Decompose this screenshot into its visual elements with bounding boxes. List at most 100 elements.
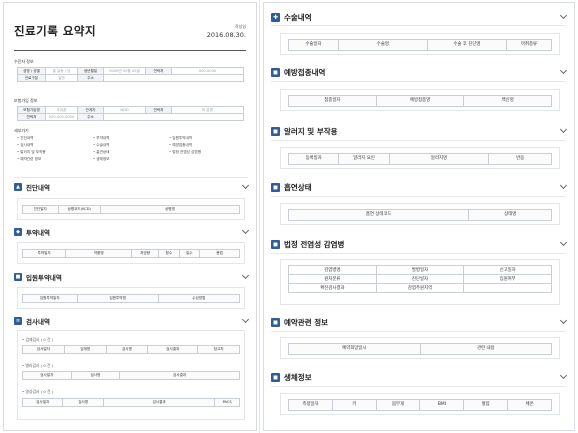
chevron-down-icon[interactable] [559,125,568,134]
field-label: 연락처 [145,106,172,114]
chevron-down-icon[interactable] [559,316,568,325]
column-header: 등록일자 [289,154,340,164]
column-header: 측정일자 [289,400,333,410]
smoking-title: 흡연상태 [284,182,312,192]
contents-link[interactable]: 투약내역 [93,136,169,141]
section-divider [14,177,248,178]
vaccination-header-row: 접종일자 예방접종명 백신명 [288,95,552,107]
chevron-down-icon[interactable] [559,181,568,190]
imaging-exam-label: 영상검사 ( 0 건 ) [22,389,53,395]
grid-cell: 감염주원지역 [375,283,465,293]
issue-date: 2016.08.30. [206,31,246,39]
document-meta: 작성일 2016.08.30. [207,24,246,39]
chevron-down-icon[interactable] [241,315,250,324]
column-header: 혈압 [464,400,509,410]
surgery-section-header[interactable]: ✚ 수술내역 [271,11,568,23]
chevron-down-icon[interactable] [241,226,250,235]
section-divider [271,331,566,332]
grid-cell: 발병일자 [375,265,465,275]
column-header: 용법 [216,251,223,255]
column-header: 검사명 [72,372,121,379]
guardian-info-table: 보험가입명 우창훈 관계자 NDD 연락처 미 분류 연락처 000-000-0000 주소 [17,106,244,121]
chevron-down-icon[interactable] [559,11,568,20]
contents-link[interactable]: 법정 전염성 감염병 [169,150,245,155]
contents-link[interactable]: 입원투약내역 [169,136,245,141]
contents-title: 세부가기 [14,128,29,133]
patient-info-table: 성명 / 성별 홍 길동 / 남 생년월일 0000년 00월 00일 연락처 000-0… [17,67,244,82]
pathology-exam-header-row: 검사일자 검사명 검사결과 [22,371,240,380]
column-header: 예방접종명 [377,96,465,106]
reservation-title: 예약관련 정보 [284,317,329,327]
column-header: 수성방법 [192,296,206,300]
reservation-section-header[interactable]: ◼ 예약관련 정보 [271,316,568,328]
column-header: 예약희망일시 [289,344,421,354]
field-label: 보험가입명 [17,106,46,114]
contents-link[interactable]: 예방접종내역 [169,143,245,148]
inpatient-medication-header-row: 입원투약일자 입원투약명 수성방법 [22,294,240,303]
contents-link[interactable]: 검사내역 [17,143,93,148]
column-header: 키 [333,400,377,410]
field-value: 000-0000 [171,67,244,75]
column-header: 상태명 [504,212,517,217]
surgery-title: 수술내역 [284,12,312,22]
contents-link[interactable]: 흡연상태 [93,150,169,155]
contents-link[interactable]: 알러지 및 부작용 [17,150,93,155]
inpatient-medication-title: 입원투약내역 [26,274,62,282]
column-header: 상병코드(KCD) [59,206,101,213]
grid-cell: 확진검사결과 [288,283,377,293]
section-divider [271,386,566,387]
vitals-header-row: 측정일자 키 몸무게 BMI 혈압 체온 [288,399,552,411]
column-header: 검사결과 [172,373,187,377]
column-header: 몸무게 [377,400,421,410]
field-label: 연락처 [17,113,46,121]
column-header: 백신명 [501,98,514,103]
inpatient-medication-section-header[interactable]: ■ 입원투약내역 [14,271,250,283]
infectious-section-header[interactable]: ◼ 법정 전염성 감염병 [271,238,568,250]
section-divider [271,25,566,26]
smoking-section-header[interactable]: ◼ 흡연상태 [271,181,568,193]
vitals-icon: ◼ [271,372,280,382]
column-header: 수술명 [339,40,428,50]
contents-list: 진단내역투약내역입원투약내역검사내역수술내역예방접종내역알러지 및 부작용흡연상… [17,136,242,162]
field-label: 진료구분 [17,74,46,82]
field-value [103,113,244,121]
infectious-grid: 감염병명 발병일자 신고일자 원처분류 진단일자 입원여부 확진검사결과 감염주원지역 [288,265,552,293]
field-value: 홍 길동 / 남 [45,67,78,75]
grid-cell: 입원여부 [463,274,552,284]
exam-title: 검사내역 [26,318,50,326]
chevron-down-icon[interactable] [559,66,568,75]
contents-link[interactable]: 수술내역 [93,143,169,148]
field-value: NDD [103,106,146,114]
grid-cell: 원처분류 [288,274,377,284]
vitals-section-header[interactable]: ◼ 생체정보 [271,371,568,383]
specimen-exam-header-row: 검사일자 검체명 검사명 검사결과 참고치 [22,345,240,354]
contents-link[interactable]: 진단내역 [17,136,93,141]
field-value: 일반 [45,74,78,82]
surgery-icon: ✚ [271,12,280,22]
chevron-down-icon[interactable] [241,181,250,190]
contents-link[interactable]: 예약관련 정보 [17,157,93,162]
field-value: 우창훈 [45,106,78,114]
infection-icon: ◼ [271,239,280,249]
chevron-down-icon[interactable] [559,371,568,380]
column-header: 알러지 요인 [339,154,390,164]
grid-cell: 감염병명 [288,265,377,275]
field-label: 주소 [77,74,104,82]
column-header: 검사일자 [23,372,72,379]
vaccination-section-header[interactable]: ◼ 예방접종내역 [271,66,568,78]
chevron-down-icon[interactable] [559,238,568,247]
grid-cell: 신고일자 [463,265,552,275]
exam-section-header[interactable]: ≡ 검사내역 [14,315,250,327]
column-header: 투약일자 [23,250,67,257]
contents-link[interactable]: 생체정보 [93,157,169,162]
smoking-header-row: 흡연 상태코드 상태명 [288,209,552,221]
column-header: 반응 [516,156,525,161]
diagnosis-section-header[interactable]: ▲ 진단내역 [14,181,250,193]
column-header: 일수 [180,250,201,257]
infectious-title: 법정 전염성 감염병 [284,239,345,249]
medication-section-header[interactable]: ◆ 투약내역 [14,226,250,238]
allergy-section-header[interactable]: ◼ 알러지 및 부작용 [271,125,568,137]
chevron-down-icon[interactable] [241,271,250,280]
section-divider [271,81,566,82]
patient-info-title: 수진자 정보 [14,59,34,64]
